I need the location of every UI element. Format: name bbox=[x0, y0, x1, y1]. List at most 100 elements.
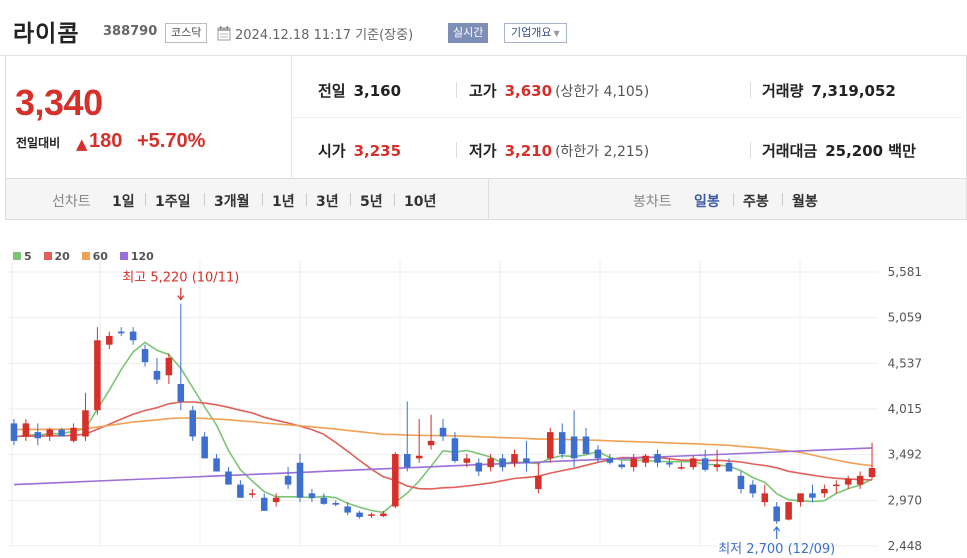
candle-body bbox=[535, 475, 542, 489]
lower-limit: (하한가 2,215) bbox=[555, 144, 650, 160]
company-overview-button[interactable]: 기업개요 ▼ bbox=[504, 23, 567, 43]
dropdown-arrow-icon: ▼ bbox=[553, 29, 560, 38]
stat-value: 25,200 백만 bbox=[825, 142, 916, 160]
candle-body bbox=[558, 432, 566, 454]
divider bbox=[145, 193, 146, 206]
candle-body bbox=[284, 475, 292, 485]
candle-chart-label: 봉차트 bbox=[633, 194, 672, 210]
candle-body bbox=[225, 471, 232, 485]
low-arrow-icon bbox=[773, 525, 781, 539]
divider bbox=[262, 193, 263, 206]
candle-body bbox=[165, 357, 173, 376]
tab-monthly[interactable]: 월봉 bbox=[792, 191, 818, 211]
stat-label: 거래대금 bbox=[762, 142, 818, 160]
candle-body bbox=[22, 423, 30, 437]
change-rate: +5.70% bbox=[137, 130, 206, 152]
stat-label: 저가 bbox=[469, 142, 497, 160]
low-annotation: 최저 2,700 (12/09) bbox=[718, 542, 835, 557]
candle-body bbox=[821, 488, 828, 494]
candle-body bbox=[117, 331, 125, 334]
candle-body bbox=[320, 497, 328, 504]
period-tab-bar: 선차트 1일 1주일 3개월 1년 3년 5년 10년 봉차트 일봉 주봉 월봉 bbox=[5, 178, 967, 220]
timestamp: 2024.12.18 11:17 기준(장중) bbox=[235, 28, 414, 43]
stats-divider bbox=[291, 117, 962, 118]
candle-body bbox=[260, 497, 268, 511]
tab-weekly[interactable]: 주봉 bbox=[743, 191, 769, 211]
candle-body bbox=[368, 514, 375, 516]
candle-body bbox=[106, 335, 113, 345]
candle-body bbox=[701, 458, 709, 470]
stat-volume: 거래량 7,319,052 bbox=[762, 80, 896, 101]
tab-1w[interactable]: 1주일 bbox=[155, 191, 191, 211]
candle-body bbox=[129, 331, 137, 341]
tab-3y[interactable]: 3년 bbox=[316, 191, 339, 211]
tab-1y[interactable]: 1년 bbox=[272, 191, 295, 211]
candle-body bbox=[392, 453, 399, 507]
high-arrow-icon bbox=[177, 287, 185, 301]
y-tick-label: 4,537 bbox=[888, 356, 922, 370]
tab-5y[interactable]: 5년 bbox=[360, 191, 383, 211]
stock-code: 388790 bbox=[103, 24, 158, 39]
stat-low: 저가 3,210 (하한가 2,215) bbox=[469, 140, 649, 161]
candle-body bbox=[475, 462, 483, 472]
stat-value: 7,319,052 bbox=[811, 82, 896, 100]
candle-body bbox=[463, 458, 471, 463]
divider bbox=[350, 193, 351, 206]
y-tick-label: 5,059 bbox=[888, 311, 922, 325]
candle-body bbox=[237, 484, 244, 498]
candle-body bbox=[427, 440, 435, 446]
candle-body bbox=[797, 493, 804, 503]
candle-body bbox=[189, 410, 197, 437]
divider bbox=[750, 82, 751, 98]
candle-body bbox=[725, 462, 733, 472]
divider bbox=[750, 142, 751, 158]
stat-value: 3,235 bbox=[353, 142, 402, 160]
candle-body bbox=[761, 493, 769, 503]
divider bbox=[733, 193, 734, 206]
divider bbox=[204, 193, 205, 206]
change-label: 전일대비 bbox=[16, 136, 61, 150]
candle-body bbox=[844, 478, 852, 485]
tab-3m[interactable]: 3개월 bbox=[214, 191, 250, 211]
candle-body bbox=[749, 484, 757, 494]
stat-label: 고가 bbox=[469, 82, 497, 100]
y-tick-label: 2,970 bbox=[888, 493, 922, 507]
candle-body bbox=[344, 506, 351, 513]
candle-body bbox=[415, 455, 423, 459]
candle-body bbox=[809, 493, 816, 498]
stat-value: 3,160 bbox=[353, 82, 402, 100]
candle-body bbox=[654, 453, 661, 463]
y-tick-label: 2,448 bbox=[888, 539, 922, 553]
candle-body bbox=[737, 475, 745, 489]
up-triangle-icon: ▲ bbox=[76, 135, 88, 153]
stat-label: 시가 bbox=[318, 142, 346, 160]
divider bbox=[456, 142, 457, 158]
candle-body bbox=[451, 438, 459, 461]
price-chart[interactable]: 5,581 5,059 4,537 4,015 3,492 2,970 2,448 최고 5… bbox=[0, 236, 967, 558]
y-tick-label: 4,015 bbox=[888, 402, 922, 416]
candle-body bbox=[582, 436, 590, 454]
candle-body bbox=[487, 458, 494, 468]
candle-body bbox=[606, 458, 614, 463]
stat-trade-value: 거래대금 25,200 백만 bbox=[762, 140, 916, 161]
candle-body bbox=[642, 455, 649, 463]
tab-daily[interactable]: 일봉 bbox=[694, 191, 720, 211]
candle-body bbox=[70, 427, 77, 441]
candle-body bbox=[153, 370, 161, 380]
candle-body bbox=[868, 467, 876, 478]
candle-body bbox=[630, 458, 637, 468]
tab-10y[interactable]: 10년 bbox=[404, 191, 436, 211]
candle-body bbox=[618, 464, 626, 468]
candle-body bbox=[308, 493, 316, 498]
candle-body bbox=[689, 458, 697, 468]
divider bbox=[456, 82, 457, 98]
candle-body bbox=[594, 449, 602, 459]
market-badge: 코스닥 bbox=[165, 23, 208, 43]
realtime-button[interactable]: 실시간 bbox=[448, 23, 489, 43]
candle-body bbox=[356, 512, 363, 517]
y-tick-label: 5,581 bbox=[888, 265, 922, 279]
tab-1d[interactable]: 1일 bbox=[112, 191, 135, 211]
candle-body bbox=[499, 458, 506, 468]
candle-body bbox=[213, 458, 220, 472]
candle-body bbox=[94, 340, 101, 411]
